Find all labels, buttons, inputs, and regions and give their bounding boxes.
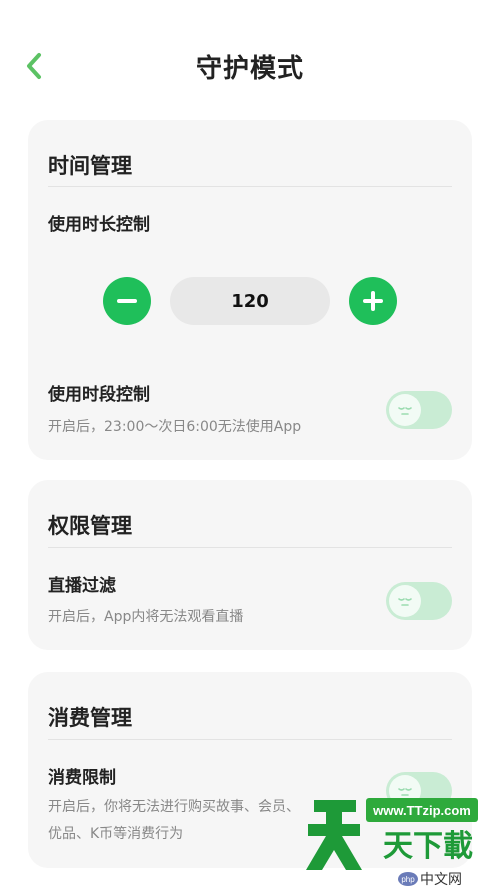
- consumption-limit-desc-line1: 开启后，你将无法进行购买故事、会员、: [48, 799, 300, 815]
- live-filter-desc: 开启后，App内将无法观看直播: [48, 609, 244, 625]
- sleep-face-icon: [389, 585, 421, 617]
- duration-value[interactable]: 120: [170, 277, 330, 325]
- usage-period-label: 使用时段控制: [48, 385, 150, 405]
- usage-period-desc: 开启后，23:00～次日6:00无法使用App: [48, 419, 302, 435]
- consumption-limit-desc-line2: 优品、K币等消费行为: [48, 826, 184, 842]
- consumption-management-card: 消费管理 消费限制 开启后，你将无法进行购买故事、会员、 优品、K币等消费行为: [28, 672, 472, 868]
- svg-text:php: php: [401, 875, 415, 884]
- minus-icon: [117, 299, 137, 303]
- sleep-face-icon: [389, 775, 421, 807]
- card-title: 消费管理: [48, 706, 132, 730]
- card-title: 时间管理: [48, 154, 132, 178]
- decrease-button[interactable]: [103, 277, 151, 325]
- divider: [48, 547, 452, 548]
- svg-text:中文网: 中文网: [420, 872, 462, 888]
- consumption-limit-toggle[interactable]: [386, 772, 452, 810]
- sleep-face-icon: [389, 394, 421, 426]
- time-management-card: 时间管理 使用时长控制 120 使用时段控制 开启后，23:00～次日6:00无…: [28, 120, 472, 460]
- page-title: 守护模式: [195, 54, 304, 84]
- plus-icon: [363, 291, 383, 311]
- live-filter-label: 直播过滤: [48, 576, 116, 596]
- header: 守护模式: [0, 0, 500, 120]
- card-title: 权限管理: [48, 514, 132, 538]
- divider: [48, 739, 452, 740]
- usage-duration-label: 使用时长控制: [48, 215, 150, 235]
- usage-period-toggle[interactable]: [386, 391, 452, 429]
- divider: [48, 186, 452, 187]
- live-filter-toggle[interactable]: [386, 582, 452, 620]
- increase-button[interactable]: [349, 277, 397, 325]
- permission-management-card: 权限管理 直播过滤 开启后，App内将无法观看直播: [28, 480, 472, 650]
- consumption-limit-label: 消费限制: [48, 768, 116, 788]
